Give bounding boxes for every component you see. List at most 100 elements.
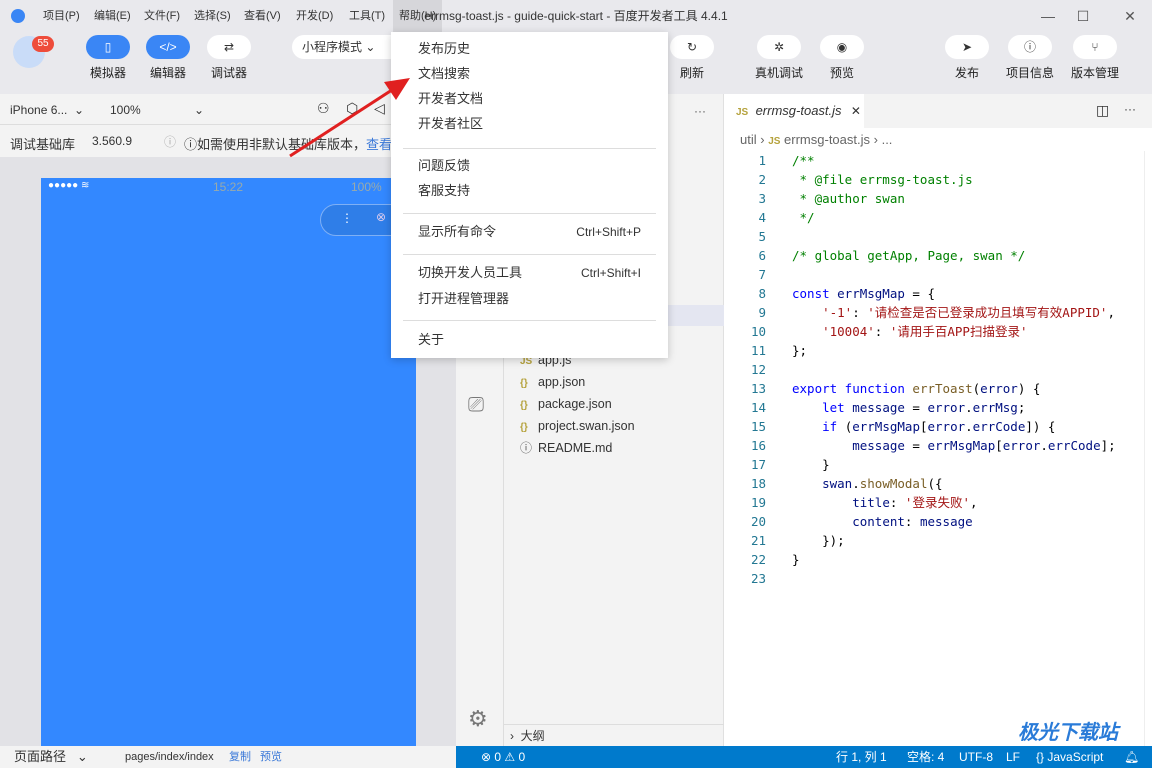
explorer-more-button[interactable]: ··· <box>694 104 706 118</box>
scrollbar[interactable] <box>1144 151 1145 746</box>
bell-icon[interactable]: 🔔︎ <box>1124 746 1139 768</box>
menu-7[interactable]: 帮助(H) <box>393 0 443 32</box>
file-item[interactable]: {} package.json <box>520 393 612 415</box>
menu-separator <box>403 320 656 321</box>
menu-5[interactable]: 开发(D) <box>290 0 339 32</box>
code-token: errCode <box>972 419 1026 434</box>
code-token: : <box>874 324 890 339</box>
menu-3[interactable]: 选择(S) <box>188 0 237 32</box>
code-area[interactable]: 1 /** 2 * @file errmsg-toast.js 3 * @author… <box>724 151 1152 746</box>
refresh-button[interactable]: ↻ <box>670 35 714 59</box>
lib-version: 3.560.9 <box>92 134 133 148</box>
help-menu-item[interactable]: 客服支持 <box>418 180 641 202</box>
help-menu-dropdown: 发布历史文档搜索开发者文档开发者社区问题反馈客服支持显示所有命令 Ctrl+Shi… <box>391 32 668 358</box>
code-token: : <box>904 514 920 529</box>
more-icon[interactable]: ⋮ <box>341 211 353 225</box>
menu-1[interactable]: 编辑(E) <box>88 0 137 32</box>
debugger-button[interactable]: ⇄ <box>207 35 251 59</box>
code-line: if (errMsgMap[error.errCode]) { <box>792 417 1055 436</box>
settings-gear-icon[interactable]: ⚙ <box>468 706 488 732</box>
device-select[interactable]: iPhone 6... ⌄ <box>10 103 84 117</box>
file-name: package.json <box>538 397 612 411</box>
breadcrumb-folder[interactable]: util <box>740 132 757 147</box>
version-button[interactable]: ⑂ <box>1073 35 1117 59</box>
preview-button[interactable]: ◉ <box>820 35 864 59</box>
editor-more-icon[interactable]: ··· <box>1124 102 1136 116</box>
publish-button[interactable]: ➤ <box>945 35 989 59</box>
code-token: ; <box>1017 400 1026 415</box>
code-token: '请用手百APP扫描登录' <box>889 324 1028 339</box>
help-menu-item[interactable]: 打开进程管理器 <box>418 288 641 310</box>
code-line: /* global getApp, Page, swan */ <box>792 246 1025 265</box>
line-number: 23 <box>750 571 766 586</box>
refresh-icon: ↻ <box>686 40 698 54</box>
cursor-position[interactable]: 行 1, 列 1 <box>836 746 887 768</box>
help-menu-item[interactable]: 切换开发人员工具 Ctrl+Shift+I <box>418 262 641 284</box>
send-icon: ➤ <box>961 40 973 54</box>
file-item[interactable]: {} app.json <box>520 371 585 393</box>
help-menu-item[interactable]: 文档搜索 <box>418 63 641 85</box>
outline-section[interactable]: › 大纲 <box>504 724 724 746</box>
code-token: export function <box>792 381 913 396</box>
tab-errmsg-toast[interactable]: JS errmsg-toast.js ✕ <box>724 94 864 128</box>
help-menu-item[interactable]: 问题反馈 <box>418 155 641 177</box>
preview-link[interactable]: 预览 <box>260 746 282 768</box>
code-line: */ <box>792 208 815 227</box>
split-editor-icon[interactable]: ◫ <box>1096 102 1109 119</box>
code-line: /** <box>792 151 815 170</box>
status-time: 15:22 <box>213 180 244 194</box>
simulator-button[interactable]: ▯ <box>86 35 130 59</box>
menu-2[interactable]: 文件(F) <box>138 0 186 32</box>
code-token: let <box>822 400 853 415</box>
menu-0[interactable]: 项目(P) <box>37 0 86 32</box>
file-item[interactable]: ⓘ README.md <box>520 437 612 459</box>
code-token: = <box>904 400 928 415</box>
code-line: let message = error.errMsg; <box>792 398 1025 417</box>
breadcrumb-more[interactable]: ... <box>882 132 893 147</box>
language-mode[interactable]: {} JavaScript <box>1036 746 1103 768</box>
editor-button[interactable]: </> <box>146 35 190 59</box>
lib-label: 调试基础库 <box>10 137 76 152</box>
tab-close-icon[interactable]: ✕ <box>851 104 861 118</box>
app-logo <box>11 9 25 23</box>
code-token: /** <box>792 153 815 168</box>
project-info-button[interactable]: ⓘ <box>1008 35 1052 59</box>
help-menu-item[interactable]: 开发者文档 <box>418 88 641 110</box>
code-line: message = errMsgMap[error.errCode]; <box>792 436 1115 455</box>
menu-6[interactable]: 工具(T) <box>343 0 391 32</box>
help-menu-item[interactable]: 显示所有命令 Ctrl+Shift+P <box>418 221 641 243</box>
branch-icon: ⑂ <box>1091 40 1099 54</box>
minimize-button[interactable]: — <box>1028 0 1068 32</box>
code-line: content: message <box>792 512 972 531</box>
file-icon: {} <box>520 422 528 433</box>
menu-4[interactable]: 查看(V) <box>238 0 287 32</box>
encoding[interactable]: UTF-8 <box>959 746 993 768</box>
real-debug-button[interactable]: ✲ <box>757 35 801 59</box>
menu-item-label: 发布历史 <box>418 41 471 56</box>
indent-setting[interactable]: 空格: 4 <box>907 746 944 768</box>
breadcrumb-file[interactable]: errmsg-toast.js <box>784 132 870 147</box>
help-menu-item[interactable]: 关于 <box>418 329 641 351</box>
page-path-select[interactable]: 页面路径 ⌄ <box>14 746 88 768</box>
zoom-select[interactable]: 100% ⌄ <box>110 103 204 117</box>
copy-link[interactable]: 复制 <box>229 746 251 768</box>
line-number: 18 <box>750 476 766 491</box>
code-token: }; <box>792 343 808 358</box>
maximize-button[interactable]: ☐ <box>1063 0 1103 32</box>
real-debug-label: 真机调试 <box>754 66 803 80</box>
help-menu-item[interactable]: 开发者社区 <box>418 113 641 135</box>
close-circle-icon[interactable]: ⊗ <box>376 210 386 224</box>
breadcrumb: util › JS errmsg-toast.js › ... <box>740 132 893 147</box>
help-icon[interactable]: ⓘ <box>164 133 176 150</box>
close-button[interactable]: ✕ <box>1110 0 1150 32</box>
problems-indicator[interactable]: ⊗ 0 ⚠ 0 <box>481 746 525 768</box>
outline-label: 大纲 <box>520 729 545 743</box>
line-ending[interactable]: LF <box>1006 746 1020 768</box>
monitor-icon[interactable]: ⎚ <box>468 394 484 417</box>
help-menu-item[interactable]: 发布历史 <box>418 38 641 60</box>
file-item[interactable]: {} project.swan.json <box>520 415 635 437</box>
mode-select[interactable]: 小程序模式 ⌄ <box>292 35 402 59</box>
